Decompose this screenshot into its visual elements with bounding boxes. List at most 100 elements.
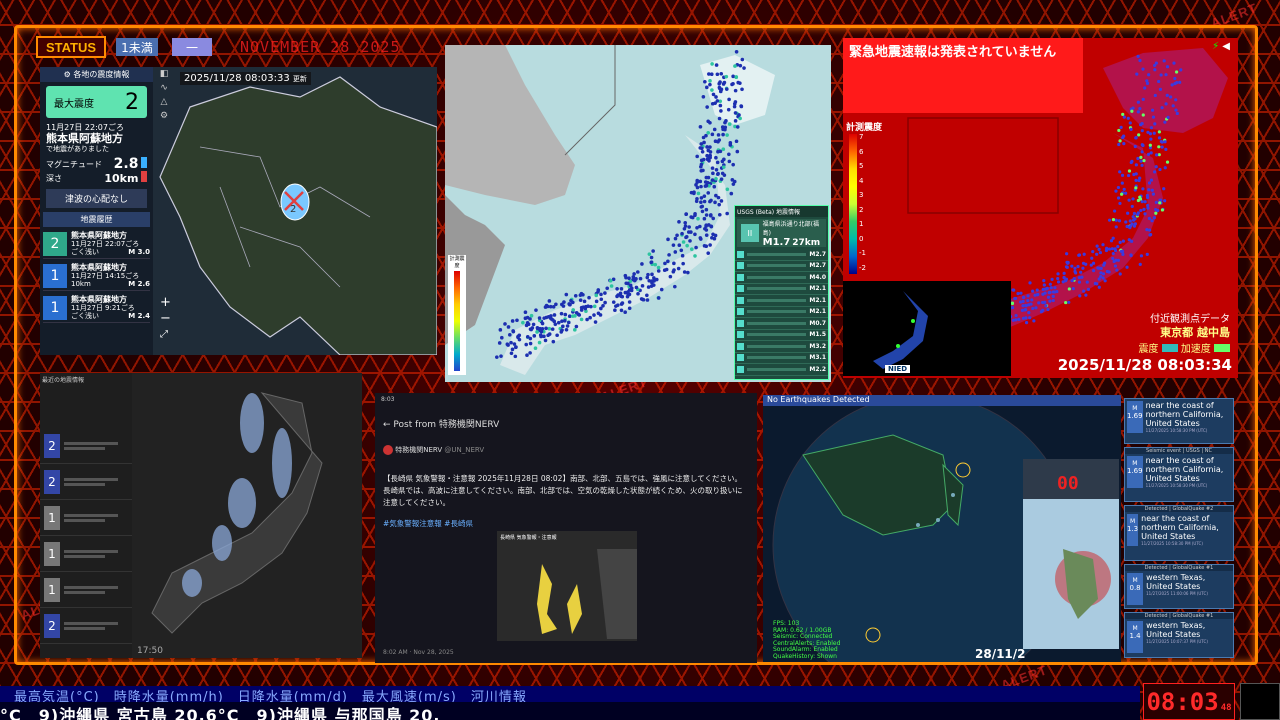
station-dot [1175,111,1179,116]
station-dot [704,233,709,237]
station-dot [722,157,726,162]
station-dot [1014,313,1018,318]
station-dot [699,237,703,241]
station-dot [707,158,711,163]
post-body: 【長崎県 気象警報・注意報 2025年11月28日 08:02】南部、北部、五島… [383,474,743,507]
station-dot [710,88,714,92]
station-dot [1051,294,1055,299]
station-dot [554,302,558,307]
station-dot [1119,125,1123,129]
usgs-list-item[interactable]: M1.5 [735,330,828,341]
station-dot [1136,198,1140,203]
radar-quake-item[interactable]: 2 [40,428,132,464]
scale-tick: 3 [859,191,864,199]
history-item[interactable]: 2 熊本県阿蘇地方 11月27日 22:07ごろ ごく浅い M 3.0 [43,229,150,259]
sound-icon[interactable]: ◀ [1222,41,1230,52]
station-dot [738,116,742,121]
station-dot [1105,246,1109,250]
history-header: 地震履歴 [43,212,150,227]
station-dot [704,213,709,217]
station-dot [1152,216,1156,220]
zoom-out-button[interactable]: − [160,311,171,327]
radar-quake-item[interactable]: 1 [40,536,132,572]
station-dot [1111,251,1115,256]
avatar[interactable] [383,445,393,455]
zoom-in-button[interactable]: + [160,295,171,311]
radar-quake-item[interactable]: 1 [40,500,132,536]
usgs-event-card[interactable]: M 1.69 near the coast of northern Califor… [1124,398,1234,444]
station-dot [1132,172,1136,177]
station-dot [1136,100,1140,104]
station-dot [1154,211,1158,215]
usgs-list-item[interactable]: M2.1 [735,284,828,295]
usgs-list-item[interactable]: M2.7 [735,249,828,261]
station-dot [1158,167,1162,172]
station-dot [664,267,669,272]
station-dot [1160,208,1165,212]
station-dot [1170,83,1174,87]
station-dot [561,324,565,329]
station-dot [671,243,676,247]
station-dot [649,260,654,265]
usgs-event-card[interactable]: Detected | GlobalQuake #1 M 0.8 western T… [1124,564,1234,609]
radar-quake-item[interactable]: 2 [40,464,132,500]
station-dot [739,104,744,109]
usgs-list-item[interactable]: M3.2 [735,341,828,353]
station-dot [1141,67,1145,71]
station-dot [1039,310,1044,314]
station-dot [685,243,689,248]
station-dot [730,82,734,87]
station-dot [706,175,711,180]
station-dot [1061,280,1065,284]
depth-value: 10km [104,172,139,185]
station-dot [1134,178,1138,182]
station-dot [1120,249,1125,254]
usgs-list-item[interactable]: M2.1 [735,307,828,318]
usgs-list-item[interactable]: M3.1 [735,353,828,364]
fullscreen-icon[interactable]: ⤢ [160,327,171,343]
radar-quake-item[interactable]: 1 [40,572,132,608]
station-dot [1139,254,1144,258]
scale-tick: -1 [859,249,866,257]
radar-map[interactable]: 17:50 [132,373,362,658]
station-dot [608,278,613,283]
station-dot [646,285,651,289]
station-dot [587,295,591,300]
station-dot [1145,79,1149,83]
radar-quake-item[interactable]: 2 [40,608,132,644]
station-dot [537,340,542,345]
station-dot [675,233,679,238]
wave-icon[interactable]: ∿ [157,81,171,95]
usgs-list-item[interactable]: M2.2 [735,364,828,376]
station-dot [559,330,564,334]
history-item[interactable]: 1 熊本県阿蘇地方 11月27日 9:21ごろ ごく浅い M 2.4 [43,293,150,323]
station-dot [1117,219,1122,223]
history-intensity-badge: 1 [43,263,67,288]
usgs-event-card[interactable]: Detected | GlobalQuake #2 M 1.3 near the … [1124,505,1234,561]
station-dot [681,261,685,266]
back-arrow-icon[interactable]: ← [383,420,391,430]
usgs-event-card[interactable]: Detected | GlobalQuake #1 M 1.4 western T… [1124,612,1234,658]
pause-icon[interactable]: II [741,224,759,242]
station-dot [1082,252,1086,256]
station-dot [1034,306,1038,310]
post-tags[interactable]: #気象警報注意報 #長崎県 [383,518,473,529]
station-dot [1146,152,1151,156]
station-dot [702,199,707,204]
usgs-list-item[interactable]: M0.7 [735,318,828,330]
station-dot [729,191,734,196]
usgs-event-card[interactable]: Seismic event | USGS | NC M 1.69 near the… [1124,447,1234,502]
layers-icon[interactable]: ◧ [157,67,171,81]
station-dot [717,116,722,121]
globe-stat-line: QuakeHistory: Shown [773,652,837,660]
station-dot [1139,155,1143,159]
history-item[interactable]: 1 熊本県阿蘇地方 11月27日 14:15ごろ 10km M 2.6 [43,261,150,291]
usgs-list-item[interactable]: M2.7 [735,261,828,272]
station-dot [1146,203,1150,208]
post-map-image[interactable]: 長崎県 気象警報・注意報 [497,531,637,641]
warning-icon[interactable]: △ [157,95,171,109]
usgs-list-item[interactable]: M4.0 [735,272,828,284]
gear-icon[interactable]: ⚙ [157,109,171,123]
intensity-map-panel: 2 2025/11/28 08:03:33 更新 ◧ ∿ △ ⚙ + − ⤢ ⚙ 各地の震… [40,67,437,355]
usgs-list-item[interactable]: M2.1 [735,295,828,307]
